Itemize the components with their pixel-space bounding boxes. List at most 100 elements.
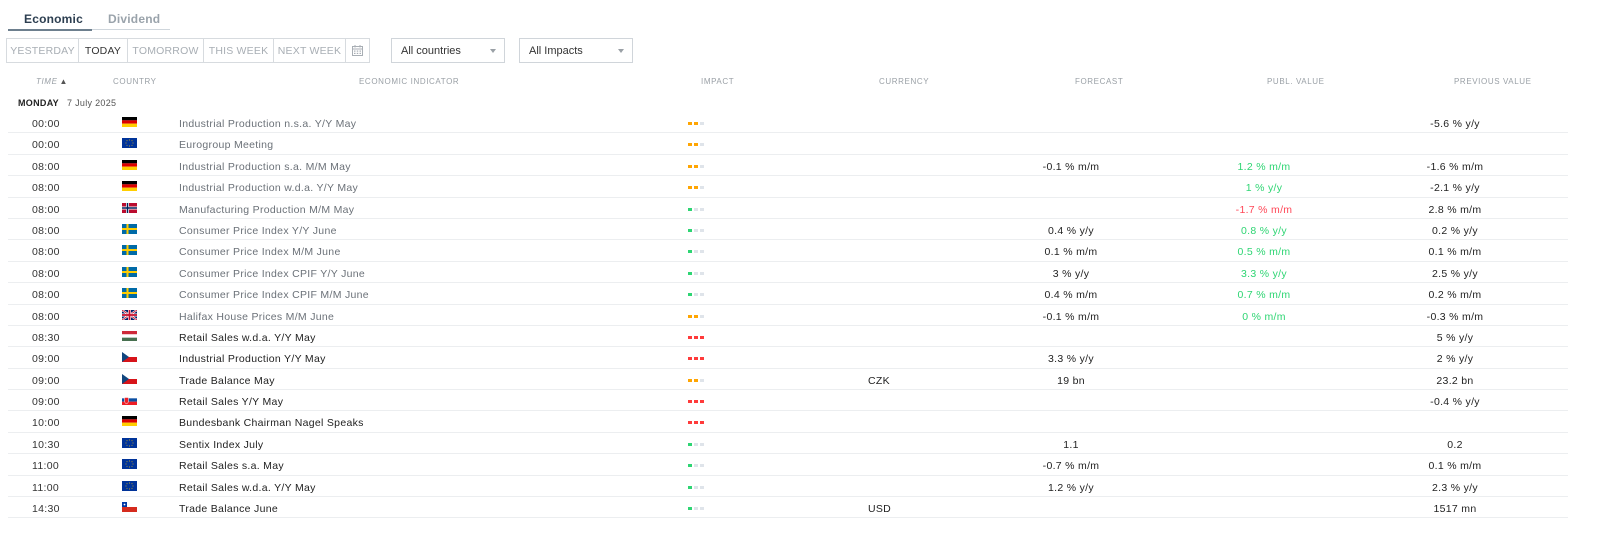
table-row[interactable]: 08:00 Consumer Price Index Y/Y June 0.4 % …: [8, 219, 1568, 241]
table-row[interactable]: 08:00 Consumer Price Index M/M June 0.1 % …: [8, 240, 1568, 262]
tab-economic[interactable]: Economic: [24, 12, 83, 26]
impact-dot: [700, 314, 704, 318]
column-header-time[interactable]: TIME ▲: [36, 77, 68, 86]
this-week-button[interactable]: THIS WEEK: [204, 38, 274, 63]
table-row[interactable]: 10:00 Bundesbank Chairman Nagel Speaks: [8, 411, 1568, 433]
event-published-value: -1.7 % m/m: [1235, 203, 1293, 216]
event-forecast: 0.1 % m/m: [1044, 246, 1098, 259]
table-row[interactable]: 11:00 Retail Sales s.a. May -0.7 % m/m 0.1 …: [8, 454, 1568, 476]
table-row[interactable]: 00:00 Eurogroup Meeting: [8, 133, 1568, 155]
table-row[interactable]: 09:00 Industrial Production Y/Y May 3.3 % …: [8, 347, 1568, 369]
table-row[interactable]: 08:00 Industrial Production w.d.a. Y/Y Ma…: [8, 176, 1568, 198]
tab-dividend[interactable]: Dividend: [108, 12, 160, 26]
impact-indicator-icon: [688, 122, 704, 125]
table-row[interactable]: 10:30 Sentix Index July 1.1 0.2: [8, 433, 1568, 455]
event-time: 10:00: [32, 417, 60, 430]
event-time: 11:00: [32, 481, 59, 494]
table-row[interactable]: 08:30 Retail Sales w.d.a. Y/Y May 5 % y/y: [8, 326, 1568, 348]
event-previous-value: 0.2 % m/m: [1428, 289, 1482, 302]
event-indicator[interactable]: Trade Balance May: [179, 375, 275, 387]
table-row[interactable]: 08:00 Consumer Price Index CPIF M/M June 0…: [8, 283, 1568, 305]
table-row[interactable]: 08:00 Halifax House Prices M/M June -0.1 %…: [8, 305, 1568, 326]
column-header-country: COUNTRY: [113, 77, 157, 86]
event-indicator[interactable]: Halifax House Prices M/M June: [179, 311, 334, 323]
event-forecast: 3.3 % y/y: [1048, 353, 1094, 366]
calendar-icon: [352, 45, 363, 56]
table-row[interactable]: 08:00 Industrial Production s.a. M/M May -…: [8, 155, 1568, 177]
event-published-value: 1 % y/y: [1245, 182, 1283, 195]
table-row[interactable]: 09:00 Trade Balance May CZK 19 bn 23.2 bn: [8, 369, 1568, 391]
event-previous-value: -0.4 % y/y: [1430, 396, 1480, 409]
calendar-button[interactable]: [346, 38, 370, 63]
table-row[interactable]: 08:00 Consumer Price Index CPIF Y/Y June 3…: [8, 262, 1568, 284]
event-published-value: 0.5 % m/m: [1237, 246, 1291, 259]
column-header-indicator: ECONOMIC INDICATOR: [359, 77, 460, 86]
event-time: 10:30: [32, 438, 60, 451]
event-indicator[interactable]: Trade Balance June: [179, 503, 278, 515]
impact-dot: [688, 122, 692, 125]
impact-indicator-icon: [688, 335, 704, 339]
czech-flag-icon: [122, 352, 137, 363]
event-indicator[interactable]: Manufacturing Production M/M May: [179, 204, 354, 216]
event-indicator[interactable]: Industrial Production n.s.a. Y/Y May: [179, 118, 356, 130]
impact-dot: [688, 378, 692, 382]
event-indicator[interactable]: Consumer Price Index M/M June: [179, 246, 341, 258]
date-group-day: MONDAY: [18, 98, 59, 108]
event-indicator[interactable]: Bundesbank Chairman Nagel Speaks: [179, 417, 364, 429]
column-header-currency: CURRENCY: [879, 77, 930, 86]
event-published-value: 0.7 % m/m: [1237, 289, 1291, 302]
table-row[interactable]: 00:00 Industrial Production n.s.a. Y/Y Ma…: [8, 112, 1568, 134]
calendar-tabs: Economic Dividend: [8, 8, 170, 31]
impact-dot: [700, 400, 704, 404]
event-indicator[interactable]: Consumer Price Index Y/Y June: [179, 225, 337, 237]
impact-dot: [700, 378, 704, 382]
impact-select-value: All Impacts: [529, 44, 583, 57]
today-button[interactable]: TODAY: [79, 38, 128, 63]
date-group-date: 7 July 2025: [66, 98, 117, 108]
date-group-header: MONDAY 7 July 2025: [18, 98, 116, 108]
country-select-value: All countries: [401, 44, 461, 57]
column-header-forecast: FORECAST: [1075, 77, 1124, 86]
impact-select[interactable]: All Impacts: [519, 38, 633, 63]
impact-dot: [700, 464, 704, 468]
events-table: 00:00 Industrial Production n.s.a. Y/Y Ma…: [8, 112, 1568, 519]
event-time: 08:30: [32, 331, 60, 344]
event-forecast: 1.2 % y/y: [1048, 481, 1094, 494]
tomorrow-button[interactable]: TOMORROW: [128, 38, 204, 63]
eu-flag-icon: [122, 138, 137, 149]
column-header-published: PUBL. VALUE: [1267, 77, 1325, 86]
event-indicator[interactable]: Industrial Production s.a. M/M May: [179, 161, 351, 173]
impact-dot: [688, 442, 692, 446]
event-indicator[interactable]: Industrial Production w.d.a. Y/Y May: [179, 182, 358, 194]
czech-flag-icon: [122, 373, 137, 384]
table-row[interactable]: 11:00 Retail Sales w.d.a. Y/Y May 1.2 % y/…: [8, 476, 1568, 498]
event-indicator[interactable]: Eurogroup Meeting: [179, 139, 273, 151]
event-indicator[interactable]: Retail Sales w.d.a. Y/Y May: [179, 482, 316, 494]
event-forecast: -0.1 % m/m: [1042, 310, 1100, 323]
event-indicator[interactable]: Sentix Index July: [179, 439, 263, 451]
event-indicator[interactable]: Consumer Price Index CPIF Y/Y June: [179, 268, 365, 280]
impact-indicator-icon: [688, 378, 704, 382]
yesterday-button[interactable]: YESTERDAY: [6, 38, 79, 63]
event-indicator[interactable]: Industrial Production Y/Y May: [179, 353, 326, 365]
event-indicator[interactable]: Retail Sales Y/Y May: [179, 396, 283, 408]
impact-indicator-icon: [688, 507, 704, 511]
chevron-down-icon: [618, 49, 624, 53]
table-row[interactable]: 08:00 Manufacturing Production M/M May -1.…: [8, 198, 1568, 219]
event-indicator[interactable]: Retail Sales w.d.a. Y/Y May: [179, 332, 316, 344]
event-indicator[interactable]: Consumer Price Index CPIF M/M June: [179, 289, 369, 301]
event-forecast: 3 % y/y: [1052, 267, 1090, 280]
event-published-value: 3.3 % y/y: [1241, 267, 1287, 280]
table-row[interactable]: 14:30 Trade Balance June USD 1517 mn: [8, 497, 1568, 519]
sweden-flag-icon: [122, 245, 137, 256]
country-select[interactable]: All countries: [391, 38, 505, 63]
impact-dot: [688, 186, 692, 190]
impact-dot: [694, 314, 698, 318]
impact-dot: [700, 421, 704, 425]
impact-dot: [688, 207, 692, 211]
event-previous-value: 2.5 % y/y: [1432, 267, 1478, 280]
impact-dot: [688, 314, 692, 318]
event-indicator[interactable]: Retail Sales s.a. May: [179, 460, 284, 472]
next-week-button[interactable]: NEXT WEEK: [274, 38, 346, 63]
table-row[interactable]: 09:00 Retail Sales Y/Y May -0.4 % y/y: [8, 390, 1568, 412]
